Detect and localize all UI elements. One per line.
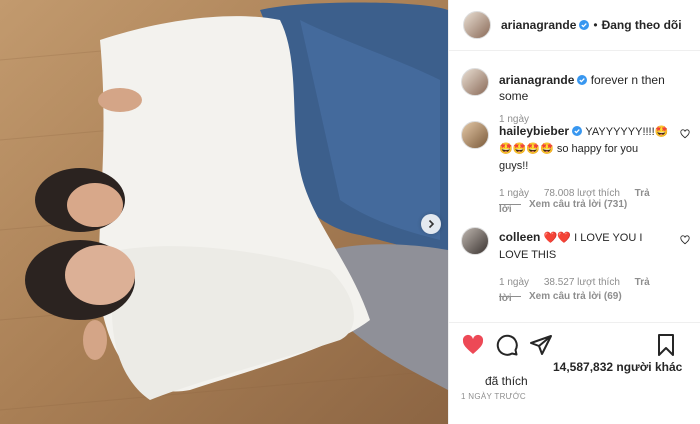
likes-count[interactable]: 14,587,832 người khác [553, 360, 682, 374]
comment-likes[interactable]: 78.008 lượt thích [544, 188, 620, 199]
replies-divider [499, 295, 521, 297]
view-replies-button[interactable]: Xem câu trả lời (731) [499, 199, 627, 210]
comment-time: 1 ngày [499, 188, 530, 199]
caption-item: arianagrande forever n then some 1 ngày [461, 68, 690, 125]
replies-divider [499, 203, 521, 205]
next-arrow-icon [428, 219, 435, 229]
comments-list[interactable]: arianagrande forever n then some 1 ngày … [449, 51, 700, 321]
view-replies-button[interactable]: Xem câu trả lời (69) [499, 291, 622, 302]
instagram-post: arianagrande • Đang theo dõi arianagrand… [0, 0, 700, 424]
author-username[interactable]: arianagrande [501, 18, 576, 32]
author-avatar[interactable] [463, 11, 491, 39]
caption-username[interactable]: arianagrande [499, 73, 574, 87]
share-button[interactable] [529, 333, 553, 357]
like-button[interactable] [461, 333, 485, 357]
share-icon [530, 335, 552, 355]
comment-username[interactable]: haileybieber [499, 124, 569, 138]
comment-username[interactable]: colleen [499, 230, 540, 244]
comment-icon [496, 334, 518, 356]
comment-avatar[interactable] [461, 121, 489, 149]
save-button[interactable] [654, 333, 678, 357]
view-replies-label: Xem câu trả lời (731) [529, 199, 628, 210]
photo-image [0, 0, 448, 424]
caption-avatar[interactable] [461, 68, 489, 96]
bookmark-icon [658, 334, 674, 356]
post-side-panel: arianagrande • Đang theo dõi arianagrand… [448, 0, 700, 424]
verified-badge-icon [572, 126, 583, 136]
comment-likes[interactable]: 38.527 lượt thích [544, 277, 620, 288]
post-header: arianagrande • Đang theo dõi [449, 0, 700, 51]
verified-badge-icon [579, 20, 590, 30]
verified-badge-icon [577, 75, 588, 85]
follow-status-button[interactable]: Đang theo dõi [602, 18, 682, 32]
next-photo-button[interactable] [421, 214, 441, 234]
post-timestamp[interactable]: 1 NGÀY TRƯỚC [461, 392, 526, 401]
heart-icon[interactable] [680, 235, 690, 245]
heart-icon [462, 334, 484, 354]
comment-button[interactable] [495, 333, 519, 357]
comment-time: 1 ngày [499, 277, 530, 288]
post-photo[interactable] [0, 0, 448, 424]
view-replies-label: Xem câu trả lời (69) [529, 291, 622, 302]
comment-avatar[interactable] [461, 227, 489, 255]
liked-label: đã thích [485, 374, 528, 388]
heart-icon[interactable] [680, 129, 690, 139]
separator-dot: • [593, 18, 598, 32]
